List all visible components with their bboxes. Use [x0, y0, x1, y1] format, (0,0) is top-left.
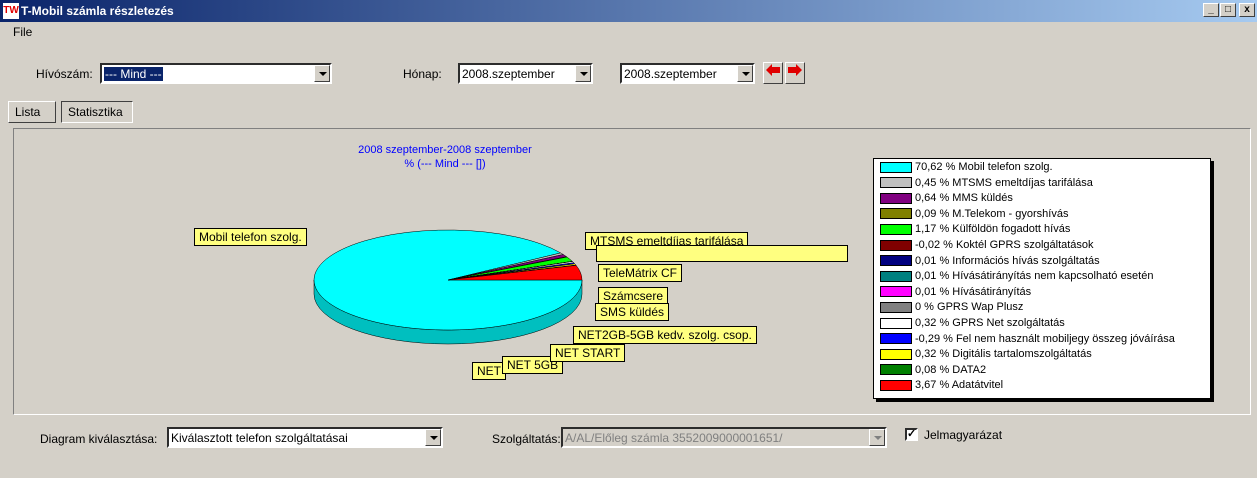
legend-label: 0,32 % Digitális tartalomszolgáltatás	[915, 348, 1092, 361]
legend-label: 3,67 % Adatátvitel	[915, 379, 1004, 392]
callout-net: NET	[472, 362, 506, 380]
chart-title-line2: % (--- Mind --- [])	[404, 158, 486, 170]
legend-label: 0,45 % MTSMS emeltdíjas tarifálása	[915, 176, 1093, 189]
prev-month-button[interactable]	[763, 62, 783, 84]
callout-netstart: NET START	[550, 344, 626, 362]
legend-item: 0,01 % Hívásátirányítás	[880, 286, 1031, 301]
service-select-value: A/AL/Előleg számla 3552009000001651/	[565, 431, 783, 445]
legend-swatch	[880, 348, 912, 360]
legend-swatch	[880, 270, 912, 282]
legend-item: 0,32 % Digitális tartalomszolgáltatás	[880, 348, 1092, 363]
diagram-select-value: Kiválasztott telefon szolgáltatásai	[171, 431, 348, 445]
legend-label: 0,01 % Információs hívás szolgáltatás	[915, 254, 1100, 267]
chevron-down-icon[interactable]	[575, 65, 591, 82]
chevron-down-icon[interactable]	[869, 429, 885, 446]
service-select[interactable]: A/AL/Előleg számla 3552009000001651/	[561, 427, 887, 448]
chevron-down-icon[interactable]	[314, 65, 330, 82]
legend-item: 70,62 % Mobil telefon szolg.	[880, 161, 1053, 176]
tab-statisztika[interactable]: Statisztika	[61, 101, 133, 123]
legend-item: 1,17 % Külföldön fogadott hívás	[880, 223, 1070, 238]
legend-swatch	[880, 192, 912, 204]
callout-sms: SMS küldés	[595, 303, 670, 321]
arrow-left-icon	[766, 64, 780, 76]
next-month-button[interactable]	[785, 62, 805, 84]
callout-mobil: Mobil telefon szolg.	[194, 228, 307, 246]
window-title: T-Mobil számla részletezés	[21, 4, 174, 18]
legend-swatch	[880, 364, 912, 376]
legend-swatch	[880, 161, 912, 173]
legend-item: 0,01 % Információs hívás szolgáltatás	[880, 255, 1100, 270]
arrow-right-icon	[788, 64, 802, 76]
phone-select[interactable]: --- Mind ---	[100, 63, 332, 84]
legend-swatch	[880, 379, 912, 391]
legend-item: 3,67 % Adatátvitel	[880, 379, 1003, 394]
menu-bar: File	[0, 22, 1257, 42]
callout-telematrix: TeleMátrix CF	[598, 264, 683, 282]
menu-file[interactable]: File	[13, 25, 32, 39]
chart-title: 2008 szeptember-2008 szeptember % (--- M…	[285, 143, 605, 171]
legend-checkbox[interactable]: ✓	[905, 428, 918, 441]
legend-item: 0,64 % MMS küldés	[880, 192, 1013, 207]
app-logo-icon: TW	[3, 3, 19, 19]
legend-label: -0,29 % Fel nem használt mobiljegy össze…	[915, 332, 1175, 345]
legend-swatch	[880, 177, 912, 189]
chevron-down-icon[interactable]	[737, 65, 753, 82]
legend-item: 0 % GPRS Wap Plusz	[880, 301, 1023, 316]
legend-swatch	[880, 286, 912, 298]
close-button[interactable]: x	[1239, 3, 1255, 17]
diagram-label: Diagram kiválasztása:	[40, 432, 158, 446]
legend-item: -0,29 % Fel nem használt mobiljegy össze…	[880, 333, 1175, 348]
chevron-down-icon[interactable]	[425, 429, 441, 446]
service-label: Szolgáltatás:	[492, 432, 561, 446]
legend-item: 0,45 % MTSMS emeltdíjas tarifálása	[880, 177, 1093, 192]
legend-swatch	[880, 223, 912, 235]
legend-label: 1,17 % Külföldön fogadott hívás	[915, 223, 1071, 236]
tab-lista[interactable]: Lista	[8, 101, 56, 123]
month-from-select[interactable]: 2008.szeptember	[458, 63, 593, 84]
legend-label: 0 % GPRS Wap Plusz	[915, 301, 1024, 314]
legend-label: 0,09 % M.Telekom - gyorshívás	[915, 207, 1069, 220]
legend-label: 0,01 % Hívásátirányítás	[915, 285, 1032, 298]
legend-item: 0,01 % Hívásátirányítás nem kapcsolható …	[880, 270, 1153, 285]
month-to-select[interactable]: 2008.szeptember	[620, 63, 755, 84]
legend-swatch	[880, 239, 912, 251]
diagram-select[interactable]: Kiválasztott telefon szolgáltatásai	[167, 427, 443, 448]
legend-label: 0,01 % Hívásátirányítás nem kapcsolható …	[915, 270, 1154, 283]
month-label: Hónap:	[403, 67, 442, 81]
month-from-value: 2008.szeptember	[462, 67, 555, 81]
legend-item: -0,02 % Koktél GPRS szolgáltatások	[880, 239, 1094, 254]
legend-item: 0,08 % DATA2	[880, 364, 986, 379]
legend-swatch	[880, 301, 912, 313]
legend-label: -0,02 % Koktél GPRS szolgáltatások	[915, 239, 1094, 252]
month-to-value: 2008.szeptember	[624, 67, 717, 81]
legend-swatch	[880, 333, 912, 345]
legend-swatch	[880, 317, 912, 329]
phone-label: Hívószám:	[36, 67, 93, 81]
callout-net2gb: NET2GB-5GB kedv. szolg. csop.	[573, 326, 757, 344]
callout-stack	[596, 245, 848, 262]
legend-swatch	[880, 208, 912, 220]
minimize-button[interactable]: _	[1203, 3, 1219, 17]
chart-title-line1: 2008 szeptember-2008 szeptember	[358, 144, 532, 156]
maximize-button[interactable]: □	[1220, 3, 1236, 17]
legend-label: 0,32 % GPRS Net szolgáltatás	[915, 317, 1065, 330]
chart-legend: 70,62 % Mobil telefon szolg. 0,45 % MTSMS…	[873, 158, 1211, 399]
phone-select-value: --- Mind ---	[104, 67, 163, 81]
legend-item: 0,09 % M.Telekom - gyorshívás	[880, 208, 1068, 223]
legend-item: 0,32 % GPRS Net szolgáltatás	[880, 317, 1065, 332]
legend-label: 70,62 % Mobil telefon szolg.	[915, 161, 1053, 174]
legend-label: 0,08 % DATA2	[915, 363, 987, 376]
legend-checkbox-label[interactable]: Jelmagyarázat	[924, 428, 1002, 442]
legend-swatch	[880, 255, 912, 267]
legend-label: 0,64 % MMS küldés	[915, 192, 1013, 205]
title-bar: TW T-Mobil számla részletezés _ □ x	[0, 0, 1257, 22]
